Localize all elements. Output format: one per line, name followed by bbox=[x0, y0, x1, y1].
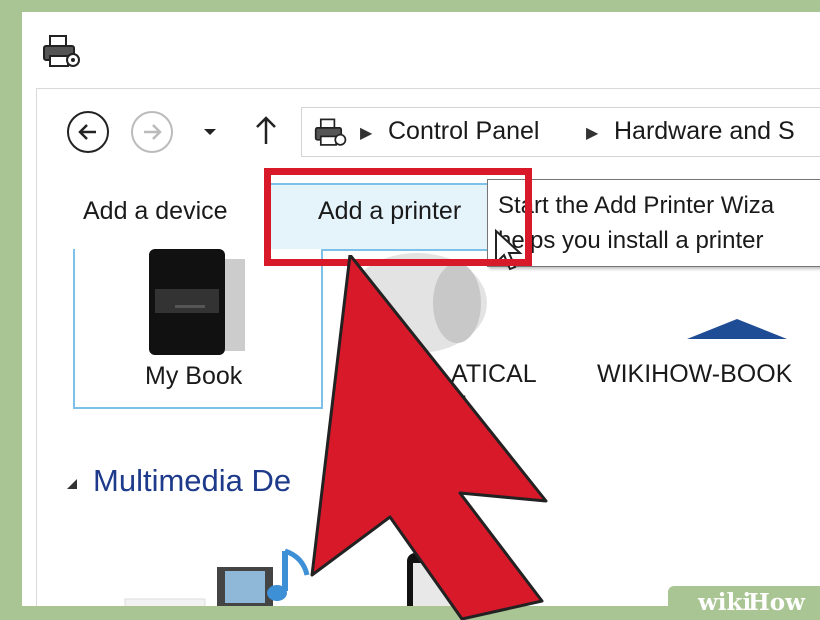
add-device-button[interactable]: Add a device bbox=[83, 197, 228, 226]
device-label: WIKIHOW-BOOK bbox=[597, 360, 793, 388]
add-printer-label: Add a printer bbox=[318, 197, 462, 225]
forward-arrow-icon bbox=[144, 124, 162, 140]
add-printer-tooltip: Start the Add Printer Wiza helps you ins… bbox=[487, 179, 820, 267]
device-tile-my-book[interactable]: My Book bbox=[73, 249, 323, 409]
add-printer-button[interactable]: Add a printer bbox=[265, 183, 507, 251]
forward-button[interactable] bbox=[131, 111, 173, 153]
triangle-collapse-icon[interactable] bbox=[65, 477, 79, 491]
red-arrow-annotation bbox=[310, 255, 548, 620]
back-button[interactable] bbox=[67, 111, 109, 153]
printer-icon bbox=[314, 118, 347, 146]
external-drive-icon bbox=[149, 249, 245, 355]
tooltip-line: Start the Add Printer Wiza bbox=[498, 192, 775, 219]
navigation-bar: ▶ Control Panel ▶ Hardware and S bbox=[37, 89, 820, 175]
back-arrow-icon bbox=[78, 124, 96, 140]
device-label: My Book bbox=[145, 362, 243, 390]
title-bar bbox=[22, 12, 820, 88]
watermark-part: How bbox=[748, 589, 805, 616]
address-bar[interactable]: ▶ Control Panel ▶ Hardware and S bbox=[301, 107, 820, 157]
watermark-part: wiki bbox=[698, 589, 752, 616]
up-arrow-icon[interactable] bbox=[253, 114, 279, 146]
chevron-down-icon[interactable] bbox=[202, 127, 218, 137]
breadcrumb-separator-icon: ▶ bbox=[586, 125, 599, 142]
wikihow-watermark: wiki How bbox=[668, 586, 820, 620]
tooltip-line: helps you install a printer bbox=[498, 227, 764, 254]
printer-icon bbox=[43, 35, 80, 67]
breadcrumb-hardware-and-sound[interactable]: Hardware and S bbox=[614, 117, 795, 146]
breadcrumb-control-panel[interactable]: Control Panel bbox=[388, 117, 539, 146]
section-multimedia-devices[interactable]: Multimedia De bbox=[93, 463, 291, 499]
breadcrumb-separator-icon: ▶ bbox=[360, 125, 373, 142]
